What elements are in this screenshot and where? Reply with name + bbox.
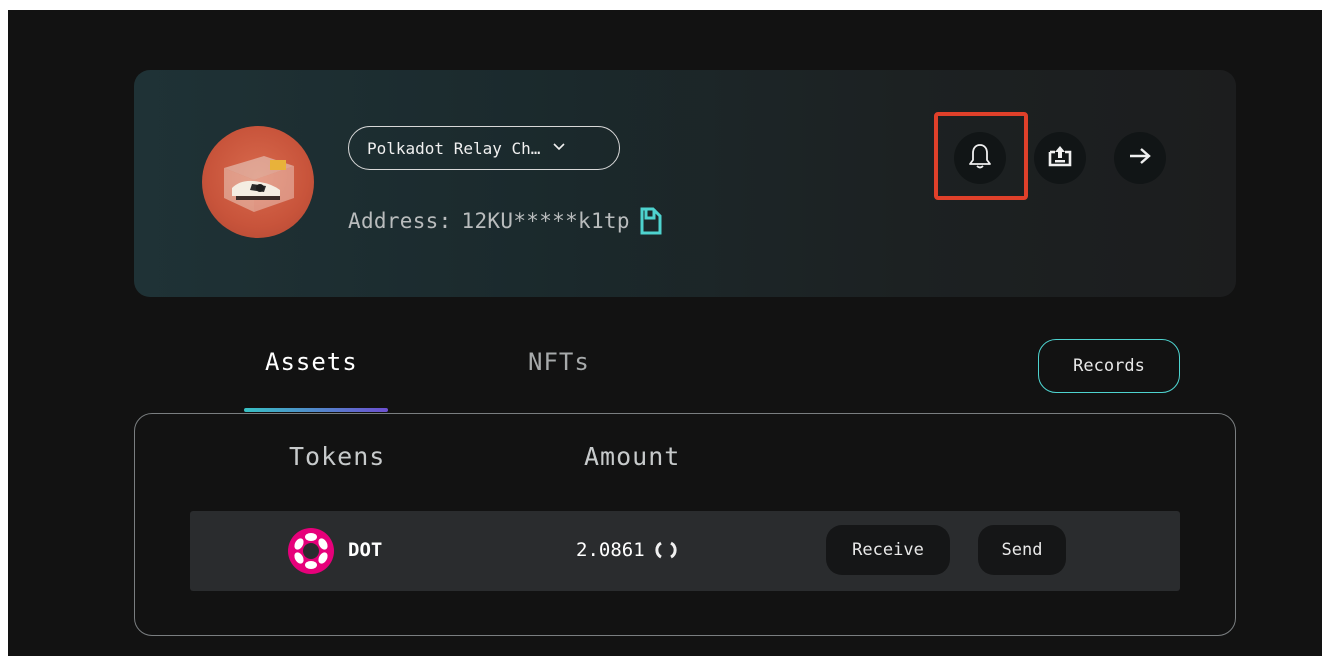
- address-value: 12KU*****k1tp: [461, 209, 630, 233]
- export-button[interactable]: [1034, 132, 1086, 184]
- send-button[interactable]: Send: [978, 525, 1066, 575]
- assets-panel: Tokens Amount DOT 2.0861 Receive Send: [134, 413, 1236, 636]
- chain-selector-label: Polkadot Relay Ch…: [367, 138, 541, 158]
- avatar: [202, 126, 314, 238]
- chain-selector[interactable]: Polkadot Relay Ch…: [348, 126, 620, 170]
- address-line: Address: 12KU*****k1tp: [348, 206, 664, 236]
- active-tab-indicator: [244, 408, 388, 412]
- column-header-amount: Amount: [584, 442, 681, 471]
- wallet-app: Polkadot Relay Ch… Address: 12KU*****k1t…: [8, 10, 1322, 656]
- receive-button[interactable]: Receive: [826, 525, 950, 575]
- forward-button[interactable]: [1114, 132, 1166, 184]
- upload-icon: [1047, 144, 1073, 172]
- polkadot-icon: [288, 528, 334, 574]
- column-header-tokens: Tokens: [289, 442, 386, 471]
- token-amount-value: 2.0861: [576, 539, 645, 561]
- tab-nfts[interactable]: NFTs: [528, 348, 590, 376]
- records-button[interactable]: Records: [1038, 339, 1180, 393]
- account-card: Polkadot Relay Ch… Address: 12KU*****k1t…: [134, 70, 1236, 297]
- chevron-down-icon: [552, 140, 566, 156]
- copy-icon[interactable]: [638, 206, 664, 236]
- tab-assets[interactable]: Assets: [265, 348, 358, 376]
- table-row[interactable]: DOT 2.0861 Receive Send: [190, 511, 1180, 591]
- arrow-right-icon: [1127, 146, 1153, 170]
- address-label: Address:: [348, 209, 452, 233]
- token-amount: 2.0861: [576, 539, 677, 561]
- refresh-loader-icon: [655, 539, 677, 561]
- token-name: DOT: [348, 539, 383, 561]
- highlight-box: [934, 112, 1028, 200]
